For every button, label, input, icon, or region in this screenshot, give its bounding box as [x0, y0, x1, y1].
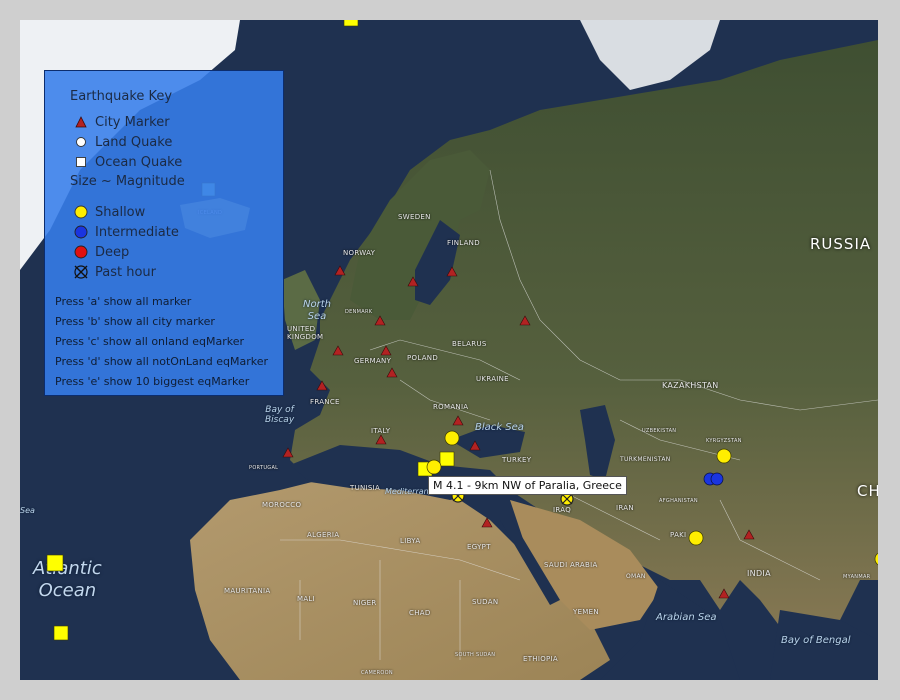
- key-label-ocean-quake: Ocean Quake: [95, 154, 183, 170]
- crossed-circle-icon: [73, 264, 89, 280]
- city-marker[interactable]: [407, 276, 419, 287]
- key-label-shallow: Shallow: [95, 204, 146, 220]
- land-quake-shallow[interactable]: [874, 552, 878, 566]
- key-title: Earthquake Key: [70, 89, 173, 104]
- key-row-ocean-quake: Ocean Quake: [73, 154, 182, 170]
- city-marker[interactable]: [386, 367, 398, 378]
- quake-tooltip: M 4.1 - 9km NW of Paralia, Greece: [428, 476, 627, 495]
- key-label-land-quake: Land Quake: [95, 134, 173, 150]
- yellow-circle-icon: [73, 204, 89, 220]
- land-quake-shallow[interactable]: [444, 430, 460, 446]
- key-row-shallow: Shallow: [73, 204, 145, 220]
- red-circle-icon: [73, 244, 89, 260]
- ocean-quake-marker[interactable]: [53, 625, 69, 641]
- city-marker[interactable]: [446, 266, 458, 277]
- city-marker[interactable]: [375, 434, 387, 445]
- key-row-size: Size ~ Magnitude: [70, 174, 185, 189]
- land-quake-shallow[interactable]: [426, 459, 442, 475]
- city-marker[interactable]: [374, 315, 386, 326]
- instruction-c: Press 'c' show all onland eqMarker: [55, 335, 245, 348]
- key-label-deep: Deep: [95, 244, 130, 260]
- key-row-city-marker: City Marker: [73, 114, 170, 130]
- ocean-quake-marker[interactable]: [46, 554, 64, 572]
- key-label-past-hour: Past hour: [95, 264, 157, 280]
- instruction-b: Press 'b' show all city marker: [55, 315, 215, 328]
- city-marker[interactable]: [469, 440, 481, 451]
- instruction-e: Press 'e' show 10 biggest eqMarker: [55, 375, 250, 388]
- land-quake-intermediate[interactable]: [710, 472, 724, 486]
- city-marker[interactable]: [332, 345, 344, 356]
- instruction-d: Press 'd' show all notOnLand eqMarker: [55, 355, 268, 368]
- city-marker[interactable]: [481, 517, 493, 528]
- city-marker[interactable]: [452, 415, 464, 426]
- key-row-deep: Deep: [73, 244, 129, 260]
- circle-icon: [73, 134, 89, 150]
- city-marker[interactable]: [282, 447, 294, 458]
- ocean-quake-marker[interactable]: [343, 20, 359, 27]
- city-marker[interactable]: [380, 345, 392, 356]
- key-label-size: Size ~ Magnitude: [70, 174, 185, 189]
- ocean-quake-marker[interactable]: [439, 451, 455, 467]
- land-quake-shallow[interactable]: [716, 448, 732, 464]
- city-marker[interactable]: [743, 529, 755, 540]
- instruction-a: Press 'a' show all marker: [55, 295, 192, 308]
- blue-circle-icon: [73, 224, 89, 240]
- city-marker[interactable]: [519, 315, 531, 326]
- city-marker[interactable]: [334, 265, 346, 276]
- key-row-intermediate: Intermediate: [73, 224, 179, 240]
- city-marker[interactable]: [718, 588, 730, 599]
- earthquake-key-panel: Earthquake Key City Marker Land Quake Oc…: [44, 70, 284, 396]
- land-quake-shallow[interactable]: [688, 530, 704, 546]
- triangle-icon: [73, 114, 89, 130]
- square-icon: [73, 154, 89, 170]
- key-row-past-hour: Past hour: [73, 264, 156, 280]
- key-label-city-marker: City Marker: [95, 114, 170, 130]
- key-row-land-quake: Land Quake: [73, 134, 172, 150]
- city-marker[interactable]: [316, 380, 328, 391]
- key-label-intermediate: Intermediate: [95, 224, 179, 240]
